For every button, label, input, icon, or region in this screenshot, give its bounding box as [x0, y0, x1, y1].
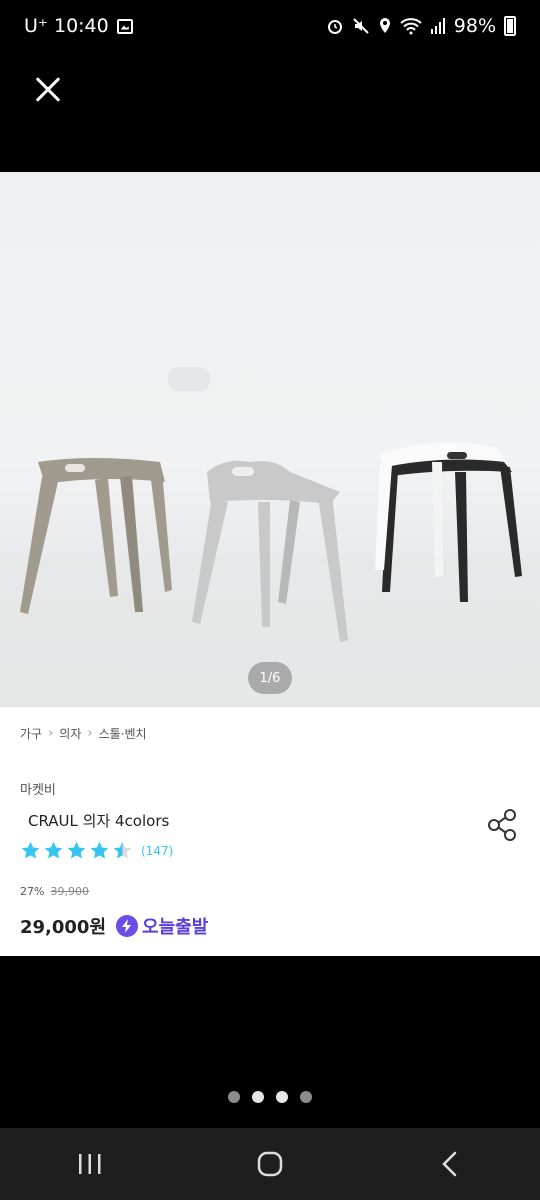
lightning-icon — [116, 915, 139, 937]
price-row: 29,000원 오늘출발 — [20, 913, 208, 939]
carrier-time: U⁺ 10:40 — [24, 15, 109, 37]
stool-photo — [0, 367, 540, 707]
home-icon[interactable] — [230, 1134, 310, 1194]
star-half-icon — [113, 841, 132, 859]
signal-icon — [430, 18, 445, 34]
product-image[interactable]: 1/6 — [0, 172, 540, 707]
battery-icon — [504, 16, 516, 36]
discount-rate: 27% — [20, 885, 45, 898]
star-icon — [67, 841, 86, 859]
delivery-badge-label: 오늘출발 — [142, 917, 209, 938]
brand-name[interactable]: 마켓비 — [20, 779, 56, 798]
close-icon[interactable] — [28, 70, 68, 110]
location-icon — [379, 18, 390, 33]
alarm-icon — [327, 20, 342, 34]
battery-percent: 98% — [453, 15, 496, 37]
pager-dots — [228, 1091, 312, 1103]
image-icon — [116, 18, 133, 34]
breadcrumb-item-furniture[interactable]: 가구 — [20, 725, 42, 742]
status-right: 98% — [326, 15, 516, 37]
chevron-right-icon: › — [48, 726, 54, 741]
status-left: U⁺ 10:40 — [24, 15, 133, 37]
page-indicator: 1/6 — [248, 662, 292, 694]
wifi-icon — [400, 18, 422, 35]
product-title: CRAUL 의자 4colors — [28, 812, 170, 830]
rating[interactable]: (147) — [20, 840, 173, 861]
system-nav-bar — [0, 1128, 540, 1200]
breadcrumb: 가구 › 의자 › 스툴·벤치 — [20, 725, 147, 742]
breadcrumb-item-stool-bench[interactable]: 스툴·벤치 — [99, 725, 147, 742]
review-count[interactable]: (147) — [141, 844, 173, 858]
back-icon[interactable] — [410, 1134, 490, 1194]
original-price: 39,900 — [50, 885, 89, 898]
mute-icon — [353, 18, 369, 34]
sale-price: 29,000원 — [20, 917, 107, 938]
share-icon[interactable] — [486, 808, 520, 842]
chevron-right-icon: › — [87, 726, 93, 741]
star-icon — [21, 841, 40, 859]
discount-row: 27% 39,900 — [20, 885, 89, 898]
star-icon — [44, 841, 63, 859]
recent-apps-icon[interactable] — [50, 1134, 130, 1194]
pager-dot-active[interactable] — [252, 1091, 264, 1103]
product-info-panel: 가구 › 의자 › 스툴·벤치 마켓비 CRAUL 의자 4colors (14… — [0, 707, 540, 956]
pager-dot[interactable] — [228, 1091, 240, 1103]
delivery-badge: 오늘출발 — [116, 913, 208, 939]
pager-dot[interactable] — [300, 1091, 312, 1103]
pager-dot[interactable] — [276, 1091, 288, 1103]
status-bar: U⁺ 10:40 98% — [0, 0, 540, 52]
star-icon — [90, 841, 109, 859]
breadcrumb-item-chair[interactable]: 의자 — [59, 725, 81, 742]
